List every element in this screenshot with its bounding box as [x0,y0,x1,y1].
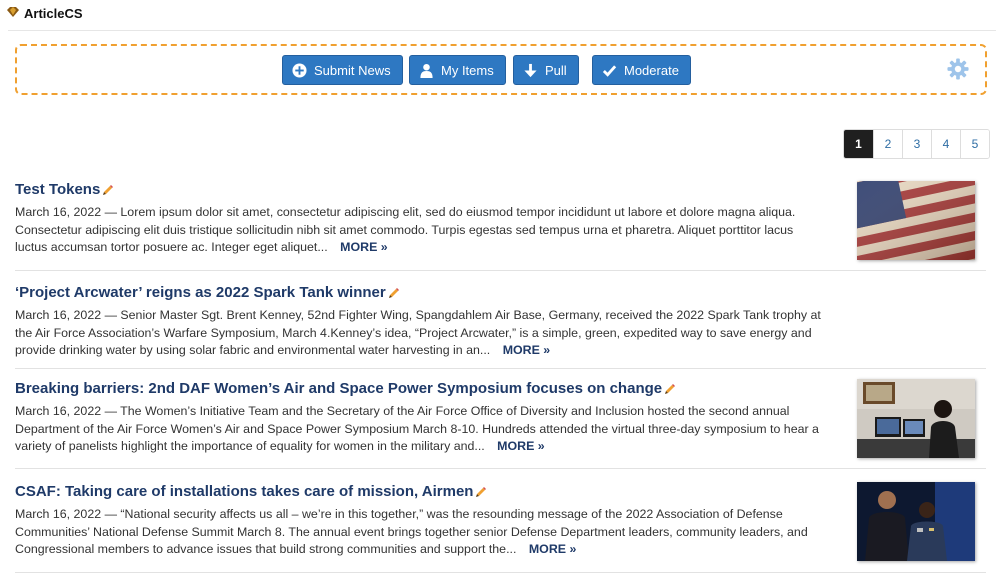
moderate-button[interactable]: Moderate [592,55,691,85]
pencil-edit-icon[interactable] [388,287,400,299]
article-summary: March 16, 2022 — “National security affe… [15,506,825,559]
article-date: March 16, 2022 [15,404,102,418]
article-title-link[interactable]: Test Tokens [15,181,986,198]
header-divider [8,30,996,31]
article-title: ‘Project Arcwater’ reigns as 2022 Spark … [15,284,386,301]
date-separator: — [104,507,117,521]
article-date: March 16, 2022 [15,507,102,521]
article-title: Test Tokens [15,181,101,198]
article-item: Breaking barriers: 2nd DAF Women’s Air a… [15,379,986,469]
submit-news-label: Submit News [314,62,391,78]
page-1-link[interactable]: 1 [844,130,873,158]
article-title-link[interactable]: ‘Project Arcwater’ reigns as 2022 Spark … [15,284,986,301]
article-divider [15,468,986,469]
gear-icon[interactable] [947,58,969,80]
article-item: Test Tokens March 16, 2022 — Lorem ipsum… [15,181,986,271]
article-summary: March 16, 2022 — Lorem ipsum dolor sit a… [15,204,825,257]
moderate-label: Moderate [624,62,679,78]
article-divider [15,368,986,369]
american-flag-image [857,181,975,260]
app-title: ArticleCS [24,6,83,21]
more-link[interactable]: MORE » [340,240,388,254]
page-3-link[interactable]: 3 [902,130,931,158]
article-summary: March 16, 2022 — Senior Master Sgt. Bren… [15,307,825,360]
article-title: CSAF: Taking care of installations takes… [15,483,474,500]
pull-label: Pull [545,62,567,78]
article-thumbnail[interactable] [857,482,975,561]
article-excerpt: Senior Master Sgt. Brent Kenney, 52nd Fi… [15,308,821,357]
article-summary: March 16, 2022 — The Women’s Initiative … [15,403,825,456]
article-divider [15,572,986,573]
check-icon [602,64,617,77]
article-title-link[interactable]: Breaking barriers: 2nd DAF Women’s Air a… [15,380,986,397]
page-4-link[interactable]: 4 [931,130,960,158]
article-date: March 16, 2022 [15,205,102,219]
my-items-label: My Items [441,62,494,78]
panel-speakers-image [857,482,975,561]
app-header: ArticleCS [0,0,1000,31]
pagination: 1 2 3 4 5 [843,129,990,159]
app-logo-icon [7,7,19,17]
article-item: ‘Project Arcwater’ reigns as 2022 Spark … [15,284,986,369]
pencil-edit-icon[interactable] [102,184,114,196]
article-excerpt: “National security affects us all – we’r… [15,507,808,556]
my-items-button[interactable]: My Items [409,55,506,85]
arrow-down-icon [524,63,537,77]
date-separator: — [104,308,117,322]
article-thumbnail[interactable] [857,379,975,458]
article-title: Breaking barriers: 2nd DAF Women’s Air a… [15,380,663,397]
article-date: March 16, 2022 [15,308,102,322]
date-separator: — [104,205,117,219]
article-excerpt: The Women’s Initiative Team and the Secr… [15,404,819,453]
woman-at-computer-image [857,379,975,458]
submit-news-button[interactable]: Submit News [282,55,403,85]
more-link[interactable]: MORE » [503,343,551,357]
more-link[interactable]: MORE » [497,439,545,453]
article-excerpt: Lorem ipsum dolor sit amet, consectetur … [15,205,796,254]
user-icon [420,63,433,78]
page-2-link[interactable]: 2 [873,130,902,158]
article-item: CSAF: Taking care of installations takes… [15,482,986,573]
article-thumbnail[interactable] [857,181,975,260]
article-divider [15,270,986,271]
pull-button[interactable]: Pull [513,55,579,85]
more-link[interactable]: MORE » [529,542,577,556]
article-title-link[interactable]: CSAF: Taking care of installations takes… [15,483,986,500]
action-toolbar: Submit News My Items Pull Moderate [15,44,987,95]
plus-circle-icon [292,62,307,78]
pencil-edit-icon[interactable] [475,486,487,498]
date-separator: — [104,404,117,418]
page-5-link[interactable]: 5 [960,130,989,158]
pencil-edit-icon[interactable] [664,383,676,395]
